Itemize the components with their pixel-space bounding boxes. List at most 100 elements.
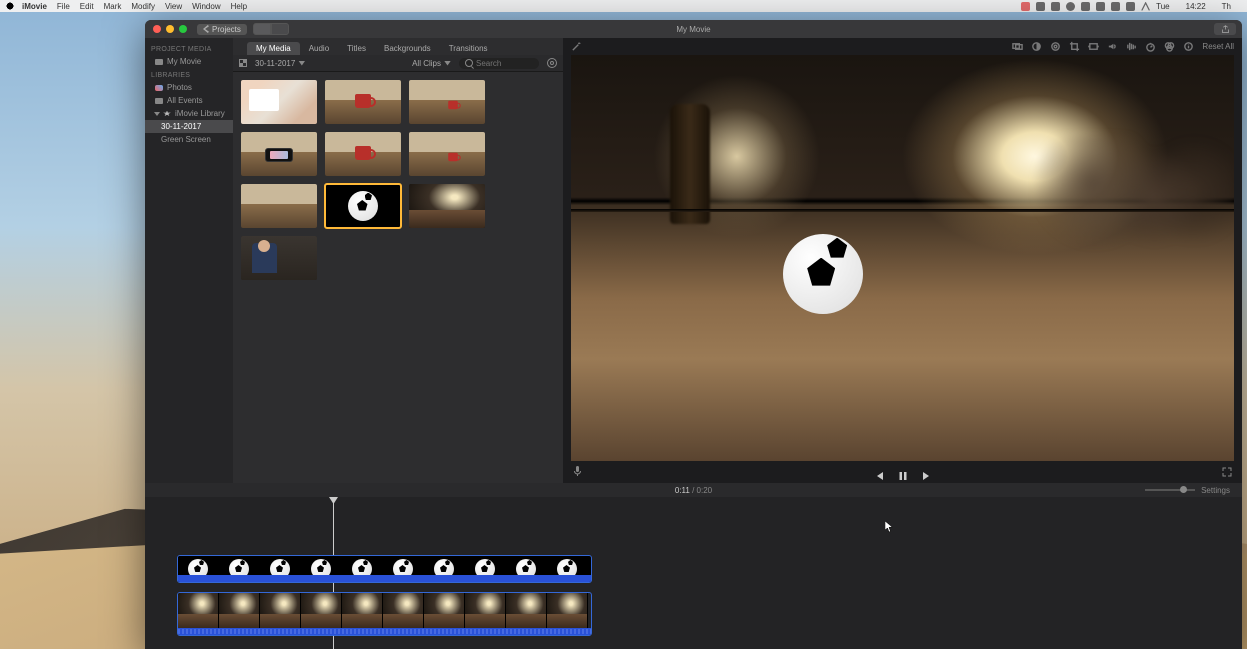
voiceover-icon[interactable] (573, 464, 582, 482)
timecode-display: 0:11 / 0:20 (675, 486, 712, 495)
clip-audio-track[interactable] (178, 628, 591, 635)
clip-thumb[interactable] (409, 132, 485, 176)
clip-thumb[interactable] (241, 184, 317, 228)
menubar-day[interactable]: Tue (1156, 2, 1170, 11)
color-correct-icon[interactable] (1050, 41, 1061, 52)
events-icon (155, 98, 163, 104)
filter-dropdown[interactable]: All Clips (412, 59, 451, 68)
menu-view[interactable]: View (165, 2, 182, 11)
status-icon[interactable] (1036, 2, 1045, 11)
sidebar-event-green-screen[interactable]: Green Screen (145, 133, 233, 146)
sidebar-project[interactable]: My Movie (145, 55, 233, 68)
settings-gear-icon[interactable] (547, 58, 557, 68)
speed-icon[interactable] (1145, 41, 1156, 52)
view-mode-1[interactable] (253, 23, 271, 35)
overlay-icon[interactable] (1012, 41, 1023, 52)
tab-backgrounds[interactable]: Backgrounds (375, 42, 440, 55)
view-mode-2[interactable] (271, 23, 289, 35)
timeline-settings-button[interactable]: Settings (1201, 486, 1230, 495)
clip-thumb[interactable] (325, 132, 401, 176)
sidebar-event-30-11-2017[interactable]: 30-11-2017 (145, 120, 233, 133)
status-icon[interactable] (1051, 2, 1060, 11)
sidebar-photos-label: Photos (167, 83, 192, 92)
clip-frame (465, 593, 506, 628)
chevron-down-icon (298, 61, 305, 66)
clip-frame (260, 593, 301, 628)
timecode-bar: 0:11 / 0:20 Settings (145, 483, 1242, 497)
view-mode-segmented[interactable] (253, 23, 289, 35)
event-dropdown[interactable]: 30-11-2017 (255, 59, 305, 68)
share-icon (1221, 25, 1230, 34)
preview-frame (1035, 136, 1234, 258)
tab-titles[interactable]: Titles (338, 42, 375, 55)
clip-thumb[interactable] (409, 184, 485, 228)
sidebar-all-events[interactable]: All Events (145, 94, 233, 107)
clip-thumb[interactable] (241, 80, 317, 124)
sidebar-library[interactable]: iMovie Library (145, 107, 233, 120)
next-frame-button[interactable] (922, 468, 932, 478)
color-balance-icon[interactable] (1031, 41, 1042, 52)
app-menu[interactable]: iMovie (22, 2, 47, 11)
status-icon[interactable] (1066, 2, 1075, 11)
crop-icon[interactable] (1069, 41, 1080, 52)
zoom-knob[interactable] (1180, 486, 1187, 493)
timeline-zoom: Settings (1145, 486, 1230, 495)
reset-all-button[interactable]: Reset All (1202, 42, 1234, 51)
timecode-sep: / (690, 486, 697, 495)
stabilize-icon[interactable] (1088, 41, 1099, 52)
search-input[interactable] (476, 59, 531, 68)
tab-audio[interactable]: Audio (300, 42, 338, 55)
search-field[interactable] (459, 58, 539, 69)
volume-icon[interactable] (1107, 41, 1118, 52)
pause-button[interactable] (898, 468, 908, 478)
clip-thumb[interactable] (325, 80, 401, 124)
clip-thumb[interactable] (409, 80, 485, 124)
tab-transitions[interactable]: Transitions (440, 42, 497, 55)
timeline-clip-main[interactable] (177, 592, 592, 636)
close-button[interactable] (153, 25, 161, 33)
menu-modify[interactable]: Modify (131, 2, 155, 11)
filters-icon[interactable] (1164, 41, 1175, 52)
clip-thumb[interactable] (241, 132, 317, 176)
status-icon[interactable] (1081, 2, 1090, 11)
fullscreen-icon[interactable] (1222, 464, 1232, 482)
menu-mark[interactable]: Mark (104, 2, 122, 11)
noise-reduce-icon[interactable] (1126, 41, 1137, 52)
preview-panel: Reset All (563, 38, 1242, 483)
wifi-icon[interactable] (1141, 2, 1150, 11)
disclosure-triangle-icon[interactable] (154, 112, 160, 116)
clip-audio-track[interactable] (178, 575, 591, 582)
timeline[interactable] (145, 497, 1242, 649)
status-icon[interactable] (1126, 2, 1135, 11)
preview-frame (783, 234, 863, 314)
clip-thumb-selected[interactable] (325, 184, 401, 228)
sidebar-photos[interactable]: Photos (145, 81, 233, 94)
clip-frame (301, 593, 342, 628)
preview-frame (670, 104, 710, 224)
share-button[interactable] (1214, 23, 1236, 35)
apple-menu-icon[interactable] (6, 2, 14, 10)
list-view-icon[interactable] (239, 59, 247, 67)
maximize-button[interactable] (179, 25, 187, 33)
timeline-clip-overlay[interactable] (177, 555, 592, 583)
menu-help[interactable]: Help (231, 2, 247, 11)
clip-thumb[interactable] (241, 236, 317, 280)
chevron-down-icon (444, 61, 451, 66)
menu-file[interactable]: File (57, 2, 70, 11)
status-icon[interactable] (1021, 2, 1030, 11)
menu-window[interactable]: Window (192, 2, 220, 11)
menubar-time[interactable]: 14:22 (1186, 2, 1206, 11)
enhance-wand-icon[interactable] (571, 41, 582, 52)
menu-edit[interactable]: Edit (80, 2, 94, 11)
minimize-button[interactable] (166, 25, 174, 33)
sidebar-event-1-label: 30-11-2017 (161, 122, 201, 131)
zoom-slider[interactable] (1145, 489, 1195, 491)
preview-viewer[interactable] (571, 55, 1234, 461)
info-icon[interactable] (1183, 41, 1194, 52)
prev-frame-button[interactable] (874, 468, 884, 478)
status-icon[interactable] (1096, 2, 1105, 11)
menubar-status-area: Tue 14:22 Th (1021, 2, 1241, 11)
back-to-projects-button[interactable]: Projects (197, 24, 247, 35)
tab-my-media[interactable]: My Media (247, 42, 300, 55)
status-icon[interactable] (1111, 2, 1120, 11)
